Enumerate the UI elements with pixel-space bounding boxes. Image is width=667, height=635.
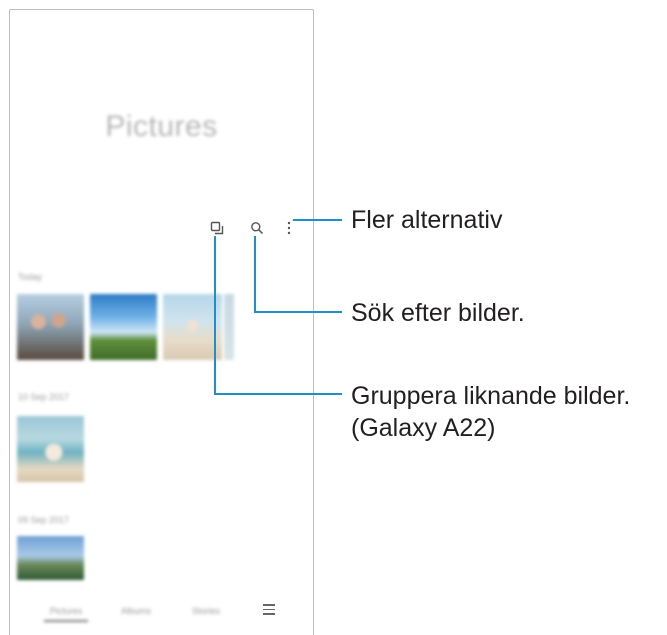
photo-thumbnail[interactable] — [17, 536, 84, 580]
nav-tab-albums[interactable]: Albums — [114, 606, 158, 616]
callout-line-search — [254, 236, 256, 313]
nav-tab-stories[interactable]: Stories — [184, 606, 228, 616]
callout-line-more-options — [293, 219, 342, 221]
callout-group-line1: Gruppera liknande bilder. — [351, 382, 631, 410]
nav-tab-pictures[interactable]: Pictures — [44, 606, 88, 616]
app-title: Pictures — [105, 110, 218, 143]
photo-thumbnail[interactable] — [90, 294, 157, 360]
section-label-date: 09 Sep 2017 — [18, 515, 70, 525]
hamburger-menu-icon[interactable] — [263, 604, 275, 615]
group-similar-icon[interactable] — [204, 215, 230, 241]
photo-thumbnail[interactable] — [17, 294, 84, 360]
callout-line-search-h — [254, 311, 342, 313]
callout-line-group-h — [214, 393, 342, 395]
callout-line-group — [214, 236, 216, 395]
phone-screen: Pictures Today 10 Sep 2017 09 Sep 2017 P… — [9, 9, 314, 635]
photo-thumbnail[interactable] — [224, 294, 234, 360]
callout-more-options: Fler alternativ — [351, 206, 503, 234]
photo-thumbnail[interactable] — [17, 416, 84, 482]
callout-search: Sök efter bilder. — [351, 299, 525, 327]
section-label-today: Today — [18, 272, 43, 282]
search-icon[interactable] — [244, 215, 270, 241]
section-label-date: 10 Sep 2017 — [18, 392, 70, 402]
active-tab-indicator — [44, 620, 88, 622]
bottom-navigation: Pictures Albums Stories — [10, 598, 313, 628]
callout-group-line2: (Galaxy A22) — [351, 414, 496, 442]
